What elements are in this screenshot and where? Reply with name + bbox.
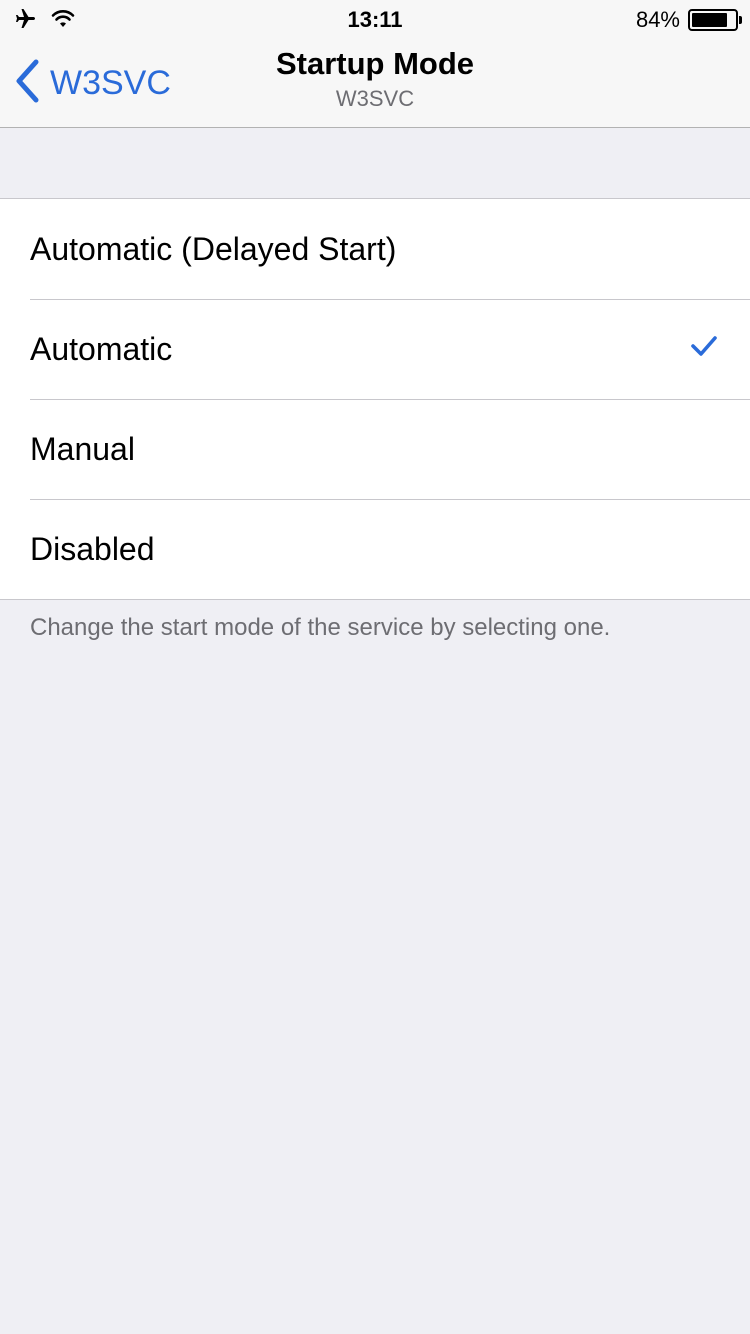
battery-fill: [692, 13, 728, 27]
option-disabled[interactable]: Disabled: [0, 499, 750, 599]
page-title: Startup Mode: [275, 46, 475, 81]
checkmark-icon: [690, 335, 718, 362]
page-subtitle: W3SVC: [335, 86, 415, 111]
option-automatic[interactable]: Automatic: [0, 299, 750, 399]
option-label: Disabled: [30, 530, 155, 567]
option-manual[interactable]: Manual: [0, 399, 750, 499]
navigation-bar: W3SVC Startup Mode W3SVC: [0, 40, 750, 128]
option-label: Automatic: [30, 330, 173, 367]
startup-mode-list: Automatic (Delayed Start) Automatic Manu…: [0, 198, 750, 600]
battery-percent: 84%: [635, 7, 680, 32]
option-label: Automatic (Delayed Start): [30, 230, 397, 267]
battery-icon: [688, 9, 742, 31]
section-footer-text: Change the start mode of the service by …: [30, 614, 611, 641]
status-bar: 13:11 84%: [0, 0, 750, 40]
option-automatic-delayed[interactable]: Automatic (Delayed Start): [0, 199, 750, 299]
status-right: 84%: [635, 7, 742, 33]
option-label: Manual: [30, 430, 135, 467]
